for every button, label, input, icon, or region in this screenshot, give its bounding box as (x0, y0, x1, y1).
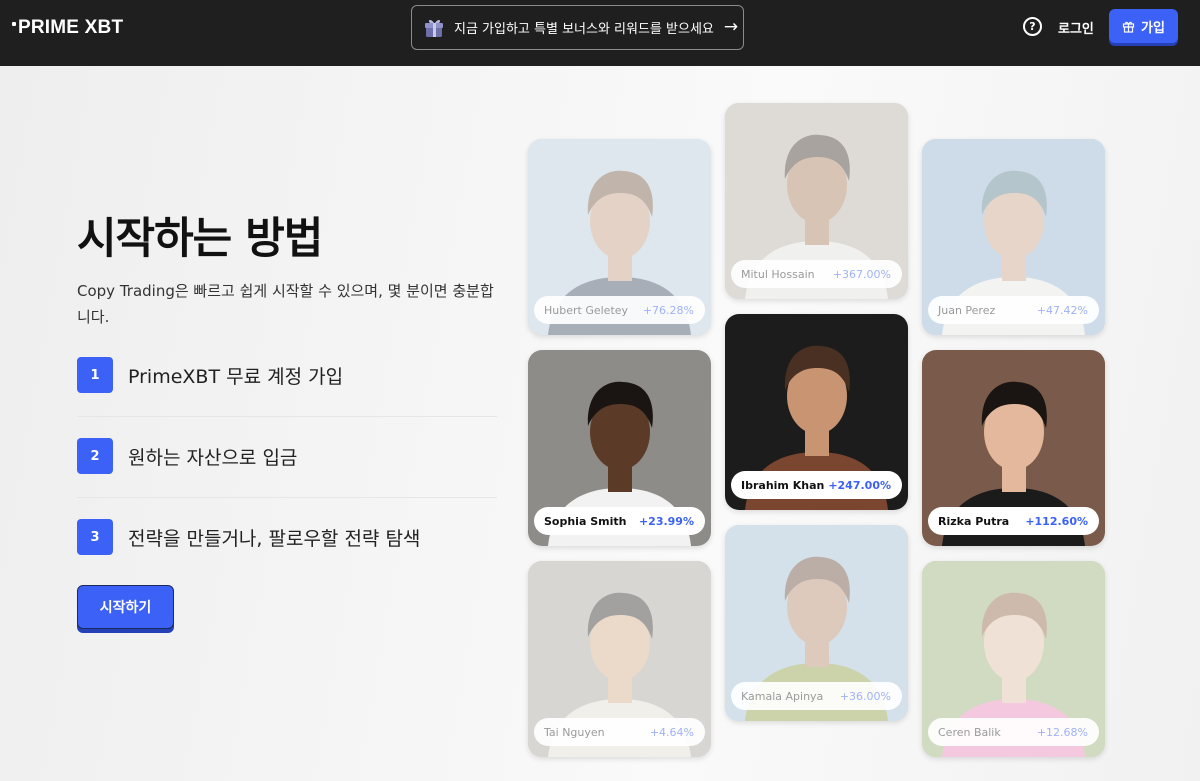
login-link[interactable]: 로그인 (1058, 18, 1094, 37)
trader-card[interactable]: Ceren Balik +12.68% (922, 561, 1105, 757)
trader-name: Ibrahim Khan (741, 478, 825, 492)
gift-box-icon (425, 19, 443, 37)
trader-card[interactable]: Sophia Smith +23.99% (528, 350, 711, 546)
trader-info-pill: Tai Nguyen +4.64% (534, 718, 705, 746)
trader-card[interactable]: Ibrahim Khan +247.00% (725, 314, 908, 510)
trader-info-pill: Sophia Smith +23.99% (534, 507, 705, 535)
signup-button[interactable]: 가입 (1109, 9, 1178, 43)
trader-info-pill: Mitul Hossain +367.00% (731, 260, 902, 288)
step-label: 전략을 만들거나, 팔로우할 전략 탐색 (128, 527, 421, 550)
step-3: 3 전략을 만들거나, 팔로우할 전략 탐색 (77, 519, 497, 555)
trader-name: Sophia Smith (544, 514, 627, 528)
trader-gain: +76.28% (642, 303, 694, 317)
trader-name: Kamala Apinya (741, 689, 824, 703)
help-icon[interactable]: ? (1023, 17, 1042, 36)
arrow-right-icon: → (723, 17, 739, 37)
trader-name: Rizka Putra (938, 514, 1010, 528)
trader-card[interactable]: Mitul Hossain +367.00% (725, 103, 908, 299)
step-divider (77, 497, 497, 498)
trader-info-pill: Rizka Putra +112.60% (928, 507, 1099, 535)
top-navigation-bar: PRIME XBT 지금 가입하고 특별 보너스와 리워드를 받으세요 → ? … (0, 0, 1200, 66)
trader-gain: +47.42% (1036, 303, 1088, 317)
trader-gain: +247.00% (828, 478, 891, 492)
trader-name: Tai Nguyen (544, 725, 605, 739)
step-label: PrimeXBT 무료 계정 가입 (128, 365, 344, 388)
page-description: Copy Trading은 빠르고 쉽게 시작할 수 있으며, 몇 분이면 충분… (77, 282, 494, 326)
trader-name: Mitul Hossain (741, 267, 815, 281)
trader-card[interactable]: Rizka Putra +112.60% (922, 350, 1105, 546)
trader-gain: +4.64% (649, 725, 694, 739)
trader-info-pill: Juan Perez +47.42% (928, 296, 1099, 324)
step-label: 원하는 자산으로 입금 (128, 446, 298, 469)
step-number-badge: 3 (77, 519, 113, 555)
step-1: 1 PrimeXBT 무료 계정 가입 (77, 357, 497, 393)
step-number-badge: 1 (77, 357, 113, 393)
step-divider (77, 416, 497, 417)
gift-icon (1122, 21, 1135, 33)
trader-name: Juan Perez (938, 303, 996, 317)
trader-gain: +12.68% (1036, 725, 1088, 739)
trader-card[interactable]: Juan Perez +47.42% (922, 139, 1105, 335)
signup-label: 가입 (1141, 20, 1165, 36)
trader-info-pill: Kamala Apinya +36.00% (731, 682, 902, 710)
step-2: 2 원하는 자산으로 입금 (77, 438, 497, 474)
trader-gain: +367.00% (832, 267, 891, 281)
step-number-badge: 2 (77, 438, 113, 474)
promo-text: 지금 가입하고 특별 보너스와 리워드를 받으세요 (454, 22, 714, 37)
trader-name: Hubert Geletey (544, 303, 629, 317)
primexbt-logo[interactable]: PRIME XBT (12, 17, 123, 39)
trader-info-pill: Hubert Geletey +76.28% (534, 296, 705, 324)
trader-card[interactable]: Tai Nguyen +4.64% (528, 561, 711, 757)
page-title: 시작하는 방법 (77, 214, 323, 264)
trader-card[interactable]: Kamala Apinya +36.00% (725, 525, 908, 721)
promo-banner[interactable]: 지금 가입하고 특별 보너스와 리워드를 받으세요 → (411, 5, 744, 50)
trader-gain: +36.00% (839, 689, 891, 703)
start-button[interactable]: 시작하기 (77, 585, 174, 629)
trader-info-pill: Ceren Balik +12.68% (928, 718, 1099, 746)
trader-gain: +112.60% (1025, 514, 1088, 528)
trader-name: Ceren Balik (938, 725, 1001, 739)
trader-info-pill: Ibrahim Khan +247.00% (731, 471, 902, 499)
trader-card[interactable]: Hubert Geletey +76.28% (528, 139, 711, 335)
trader-gain: +23.99% (638, 514, 694, 528)
